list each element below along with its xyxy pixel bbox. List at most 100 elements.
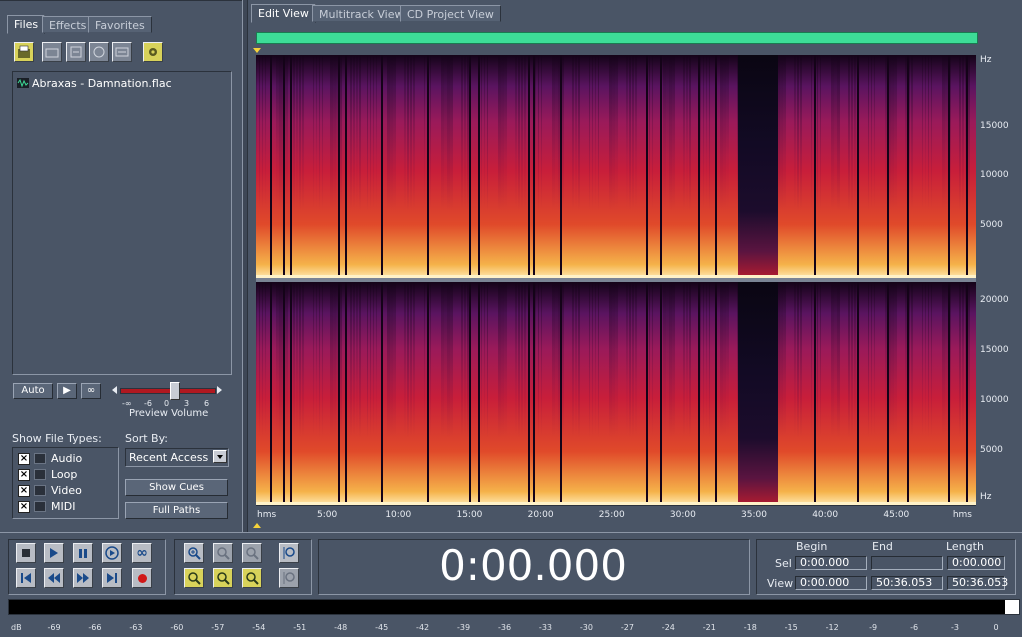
play-icon[interactable] [44, 543, 64, 563]
sel-length-field[interactable]: 0:00.000 [947, 556, 1005, 570]
meter-scale-label: -60 [170, 623, 184, 632]
open-file-icon[interactable] [14, 42, 34, 62]
spectral-display[interactable] [256, 55, 976, 505]
video-icon [34, 485, 46, 496]
file-type-midi[interactable]: × MIDI [18, 500, 113, 514]
chevron-down-icon[interactable] [213, 450, 227, 463]
tab-multitrack-view[interactable]: Multitrack View [312, 5, 411, 22]
zoom-out-icon[interactable] [213, 543, 233, 563]
frequency-tick-label: 10000 [980, 170, 1009, 180]
preview-loop-button[interactable]: ∞ [81, 383, 101, 399]
sort-by-select[interactable]: Recent Access [125, 448, 229, 467]
go-to-start-icon[interactable] [16, 568, 36, 588]
header-length: Length [946, 540, 984, 553]
meter-scale-label: -36 [497, 623, 512, 632]
time-ruler[interactable]: hms 5:00 10:00 15:00 20:00 25:00 30:00 35:00 40:… [256, 505, 976, 524]
checkbox[interactable]: × [18, 485, 30, 497]
audio-icon [34, 453, 46, 464]
view-end-field[interactable]: 50:36.053 [871, 576, 943, 590]
close-file-icon[interactable] [89, 42, 109, 62]
file-type-loop[interactable]: × Loop [18, 468, 113, 482]
view-length-field[interactable]: 50:36.053 [947, 576, 1008, 590]
frequency-tick-label: 5000 [980, 445, 1003, 455]
auto-play-button[interactable]: Auto [13, 383, 53, 399]
checkbox[interactable]: × [18, 469, 30, 481]
file-type-list: × Audio × Loop × Video × MIDI [12, 447, 119, 519]
show-cues-button[interactable]: Show Cues [125, 479, 228, 496]
spectral-channel-right[interactable] [256, 282, 976, 505]
spectral-channel-left[interactable] [256, 55, 976, 278]
play-to-end-icon[interactable] [102, 543, 122, 563]
loop-icon: ∞ [86, 385, 96, 396]
settings-icon[interactable] [143, 42, 163, 62]
tab-files[interactable]: Files [7, 15, 46, 34]
time-tick-label: 20:00 [527, 510, 554, 520]
view-label: View [767, 577, 794, 590]
meter-scale-label: -57 [211, 623, 225, 632]
meter-scale-label: -45 [375, 623, 389, 632]
tab-edit-view[interactable]: Edit View [251, 4, 316, 23]
zoom-right-icon[interactable] [242, 568, 262, 588]
frequency-tick-label: 15000 [980, 345, 1009, 355]
midi-icon [34, 501, 46, 512]
tab-effects[interactable]: Effects [42, 16, 94, 33]
rewind-icon[interactable] [44, 568, 64, 588]
overview-bar[interactable] [256, 32, 978, 44]
insert-icon[interactable] [112, 42, 132, 62]
zoom-left-icon[interactable] [213, 568, 233, 588]
volume-thumb[interactable] [169, 382, 180, 400]
play-icon: ▶ [63, 385, 71, 396]
volume-scale-label: 6 [204, 399, 210, 408]
meter-scale-label: -54 [252, 623, 266, 632]
volume-scale-label: -6 [144, 399, 152, 408]
show-file-types-label: Show File Types: [12, 432, 102, 445]
preview-volume-label: Preview Volume [129, 408, 209, 419]
import-icon[interactable] [66, 42, 86, 62]
checkbox[interactable]: × [18, 501, 30, 513]
meter-scale-label: -39 [457, 623, 471, 632]
folder-icon[interactable] [42, 42, 62, 62]
time-tick-label: 40:00 [812, 510, 839, 520]
zoom-vertical-in-icon[interactable] [279, 543, 299, 563]
preview-volume-slider[interactable]: -∞ -6 0 3 6 [112, 382, 222, 410]
file-list[interactable]: Abraxas - Damnation.flac [12, 71, 232, 375]
start-marker-icon[interactable] [253, 48, 261, 53]
list-item[interactable]: Abraxas - Damnation.flac [17, 76, 172, 90]
tab-cd-project-view[interactable]: CD Project View [400, 5, 501, 22]
meter-scale-label: -69 [47, 623, 61, 632]
file-type-video[interactable]: × Video [18, 484, 113, 498]
zoom-selection-icon[interactable] [184, 568, 204, 588]
time-unit-label: hms [257, 510, 277, 520]
loop-icon[interactable]: ∞ [132, 543, 152, 563]
zoom-in-icon[interactable] [184, 543, 204, 563]
edit-view-area: Edit View Multitrack View CD Project Vie… [248, 0, 1022, 532]
frequency-unit-label: Hz [980, 55, 992, 65]
meter-scale-label: -66 [88, 623, 102, 632]
sel-begin-field[interactable]: 0:00.000 [795, 556, 867, 570]
tab-favorites[interactable]: Favorites [88, 16, 152, 33]
view-begin-field[interactable]: 0:00.000 [795, 576, 867, 590]
zoom-full-icon[interactable] [242, 543, 262, 563]
quiet-section [738, 55, 779, 278]
volume-scale-label: 0 [164, 399, 170, 408]
pause-icon[interactable] [73, 543, 93, 563]
full-paths-button[interactable]: Full Paths [125, 502, 228, 519]
sel-end-field[interactable] [871, 556, 943, 570]
sel-label: Sel [775, 557, 792, 570]
fast-forward-icon[interactable] [73, 568, 93, 588]
time-display: 0:00.000 [439, 541, 627, 590]
sort-by-label: Sort By: [125, 432, 169, 445]
file-type-label: Video [51, 484, 82, 497]
bottom-bar: ∞ 0:00.000 Begin End Length Sel 0:00.000… [0, 532, 1022, 637]
zoom-vertical-out-icon[interactable] [279, 568, 299, 588]
preview-play-button[interactable]: ▶ [57, 383, 77, 399]
stop-icon[interactable] [16, 543, 36, 563]
meter-scale-label: -9 [869, 623, 878, 632]
loop-icon [34, 469, 46, 480]
file-type-audio[interactable]: × Audio [18, 452, 113, 466]
checkbox[interactable]: × [18, 453, 30, 465]
frequency-tick-label: 10000 [980, 395, 1009, 405]
time-unit-label: hms [952, 510, 972, 520]
go-to-end-icon[interactable] [102, 568, 122, 588]
record-icon[interactable] [132, 568, 152, 588]
